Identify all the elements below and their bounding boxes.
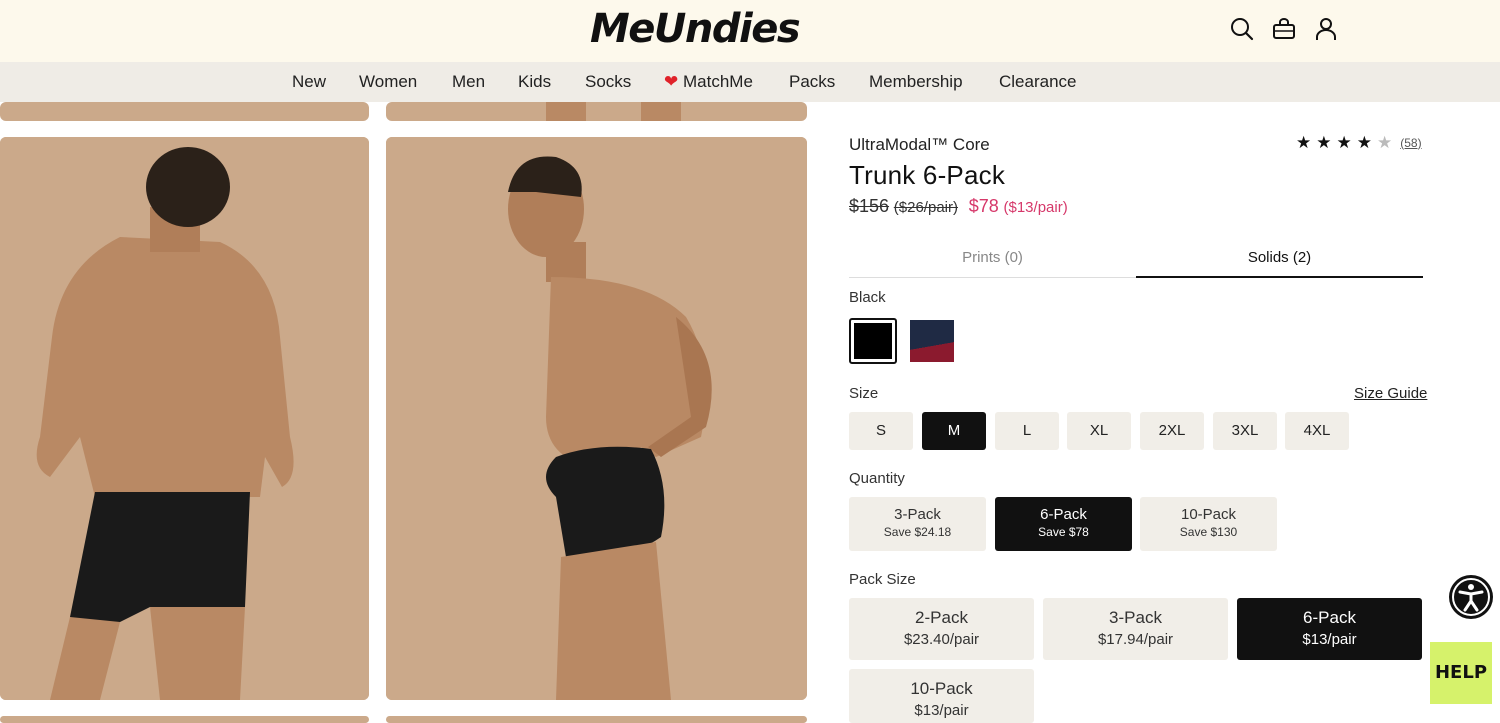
nav-item-packs[interactable]: Packs: [789, 72, 835, 92]
quantity-label: Quantity: [849, 470, 905, 487]
pack-size-price: $13/pair: [914, 702, 969, 719]
product-image-bottom-left[interactable]: [0, 716, 369, 723]
price-row: $156 ($26/pair) $78 ($13/pair): [849, 196, 1068, 217]
heart-icon: ❤: [664, 72, 679, 91]
product-image-top-right[interactable]: [386, 102, 807, 121]
top-header: MeUndies: [0, 0, 1500, 62]
pack-size-label: Pack Size: [849, 571, 916, 588]
star-icon: ★: [1336, 133, 1352, 152]
original-price: $156: [849, 196, 890, 216]
nav-item-men[interactable]: Men: [452, 72, 485, 92]
sale-price-per-pair: ($13/pair): [1003, 199, 1068, 216]
pack-size-name: 10-Pack: [910, 679, 973, 698]
size-guide-link[interactable]: Size Guide: [1354, 385, 1427, 402]
size-option-m[interactable]: M: [922, 412, 986, 450]
user-icon[interactable]: [1313, 16, 1339, 42]
quantity-option-savings: Save $78: [1038, 525, 1089, 539]
quantity-option-6-pack[interactable]: 6-Pack Save $78: [995, 497, 1132, 551]
nav-item-clearance[interactable]: Clearance: [999, 72, 1077, 92]
size-option-l[interactable]: L: [995, 412, 1059, 450]
pack-size-option-6-pack[interactable]: 6-Pack $13/pair: [1237, 598, 1422, 660]
quantity-option-savings: Save $130: [1179, 525, 1238, 539]
nav-item-membership[interactable]: Membership: [869, 72, 963, 92]
swatch-navy-red-fill: [910, 320, 954, 362]
pack-size-price: $23.40/pair: [903, 631, 980, 648]
quantity-option-savings: Save $24.18: [883, 525, 952, 539]
pack-size-price: $17.94/pair: [1097, 631, 1174, 648]
size-option-2xl[interactable]: 2XL: [1140, 412, 1204, 450]
product-image-top-left[interactable]: [0, 102, 369, 121]
selected-color-label: Black: [849, 289, 886, 306]
star-icon: ★: [1296, 133, 1312, 152]
size-label: Size: [849, 385, 879, 402]
pack-size-name: 6-Pack: [1303, 608, 1356, 627]
accessibility-icon[interactable]: [1449, 575, 1493, 619]
quantity-option-10-pack[interactable]: 10-Pack Save $130: [1140, 497, 1277, 551]
quantity-option-name: 3-Pack: [894, 506, 941, 523]
half-star-icon: ★: [1377, 133, 1393, 152]
pack-size-option-2-pack[interactable]: 2-Pack $23.40/pair: [849, 598, 1034, 660]
quantity-option-3-pack[interactable]: 3-Pack Save $24.18: [849, 497, 986, 551]
pattern-tabs: Prints (0) Solids (2): [849, 238, 1423, 278]
product-rating[interactable]: ★ ★ ★ ★ ★ (58): [1296, 134, 1422, 151]
size-option-s[interactable]: S: [849, 412, 913, 450]
tab-prints[interactable]: Prints (0): [849, 238, 1136, 278]
nav-item-socks[interactable]: Socks: [585, 72, 631, 92]
nav-item-women[interactable]: Women: [359, 72, 417, 92]
product-image-bottom-right[interactable]: [386, 716, 807, 723]
pack-size-name: 3-Pack: [1109, 608, 1162, 627]
product-title: Trunk 6-Pack: [849, 160, 1006, 190]
pack-size-price: $13/pair: [1302, 631, 1357, 648]
pack-size-option-10-pack[interactable]: 10-Pack $13/pair: [849, 669, 1034, 723]
star-icon: ★: [1356, 133, 1372, 152]
quantity-option-name: 10-Pack: [1180, 506, 1237, 523]
original-price-per-pair: ($26/pair): [893, 199, 958, 216]
pack-size-option-3-pack[interactable]: 3-Pack $17.94/pair: [1043, 598, 1228, 660]
bag-icon[interactable]: [1271, 16, 1297, 42]
nav-item-new[interactable]: New: [292, 72, 326, 92]
brand-logo[interactable]: MeUndies: [590, 6, 801, 52]
product-image-side[interactable]: [386, 137, 807, 700]
search-icon[interactable]: [1229, 16, 1255, 42]
size-option-xl[interactable]: XL: [1067, 412, 1131, 450]
swatch-black-fill: [854, 323, 892, 359]
quantity-option-name: 6-Pack: [1040, 506, 1087, 523]
product-image-back[interactable]: [0, 137, 369, 700]
size-option-4xl[interactable]: 4XL: [1285, 412, 1349, 450]
review-count-link[interactable]: (58): [1400, 136, 1421, 150]
sale-price: $78: [968, 196, 999, 216]
pack-size-name: 2-Pack: [915, 608, 968, 627]
swatch-black[interactable]: [849, 318, 897, 364]
tab-solids[interactable]: Solids (2): [1136, 238, 1423, 278]
size-option-3xl[interactable]: 3XL: [1213, 412, 1277, 450]
nav-item-matchme[interactable]: ❤ MatchMe: [664, 72, 753, 92]
swatch-navy-red[interactable]: [908, 318, 956, 364]
star-icon: ★: [1316, 133, 1332, 152]
nav-item-matchme-label: MatchMe: [682, 72, 753, 91]
main-nav: New Women Men Kids Socks ❤ MatchMe Packs…: [0, 62, 1500, 102]
help-button[interactable]: HELP: [1430, 642, 1492, 704]
nav-item-kids[interactable]: Kids: [518, 72, 551, 92]
product-collection: UltraModal™ Core: [849, 135, 990, 154]
